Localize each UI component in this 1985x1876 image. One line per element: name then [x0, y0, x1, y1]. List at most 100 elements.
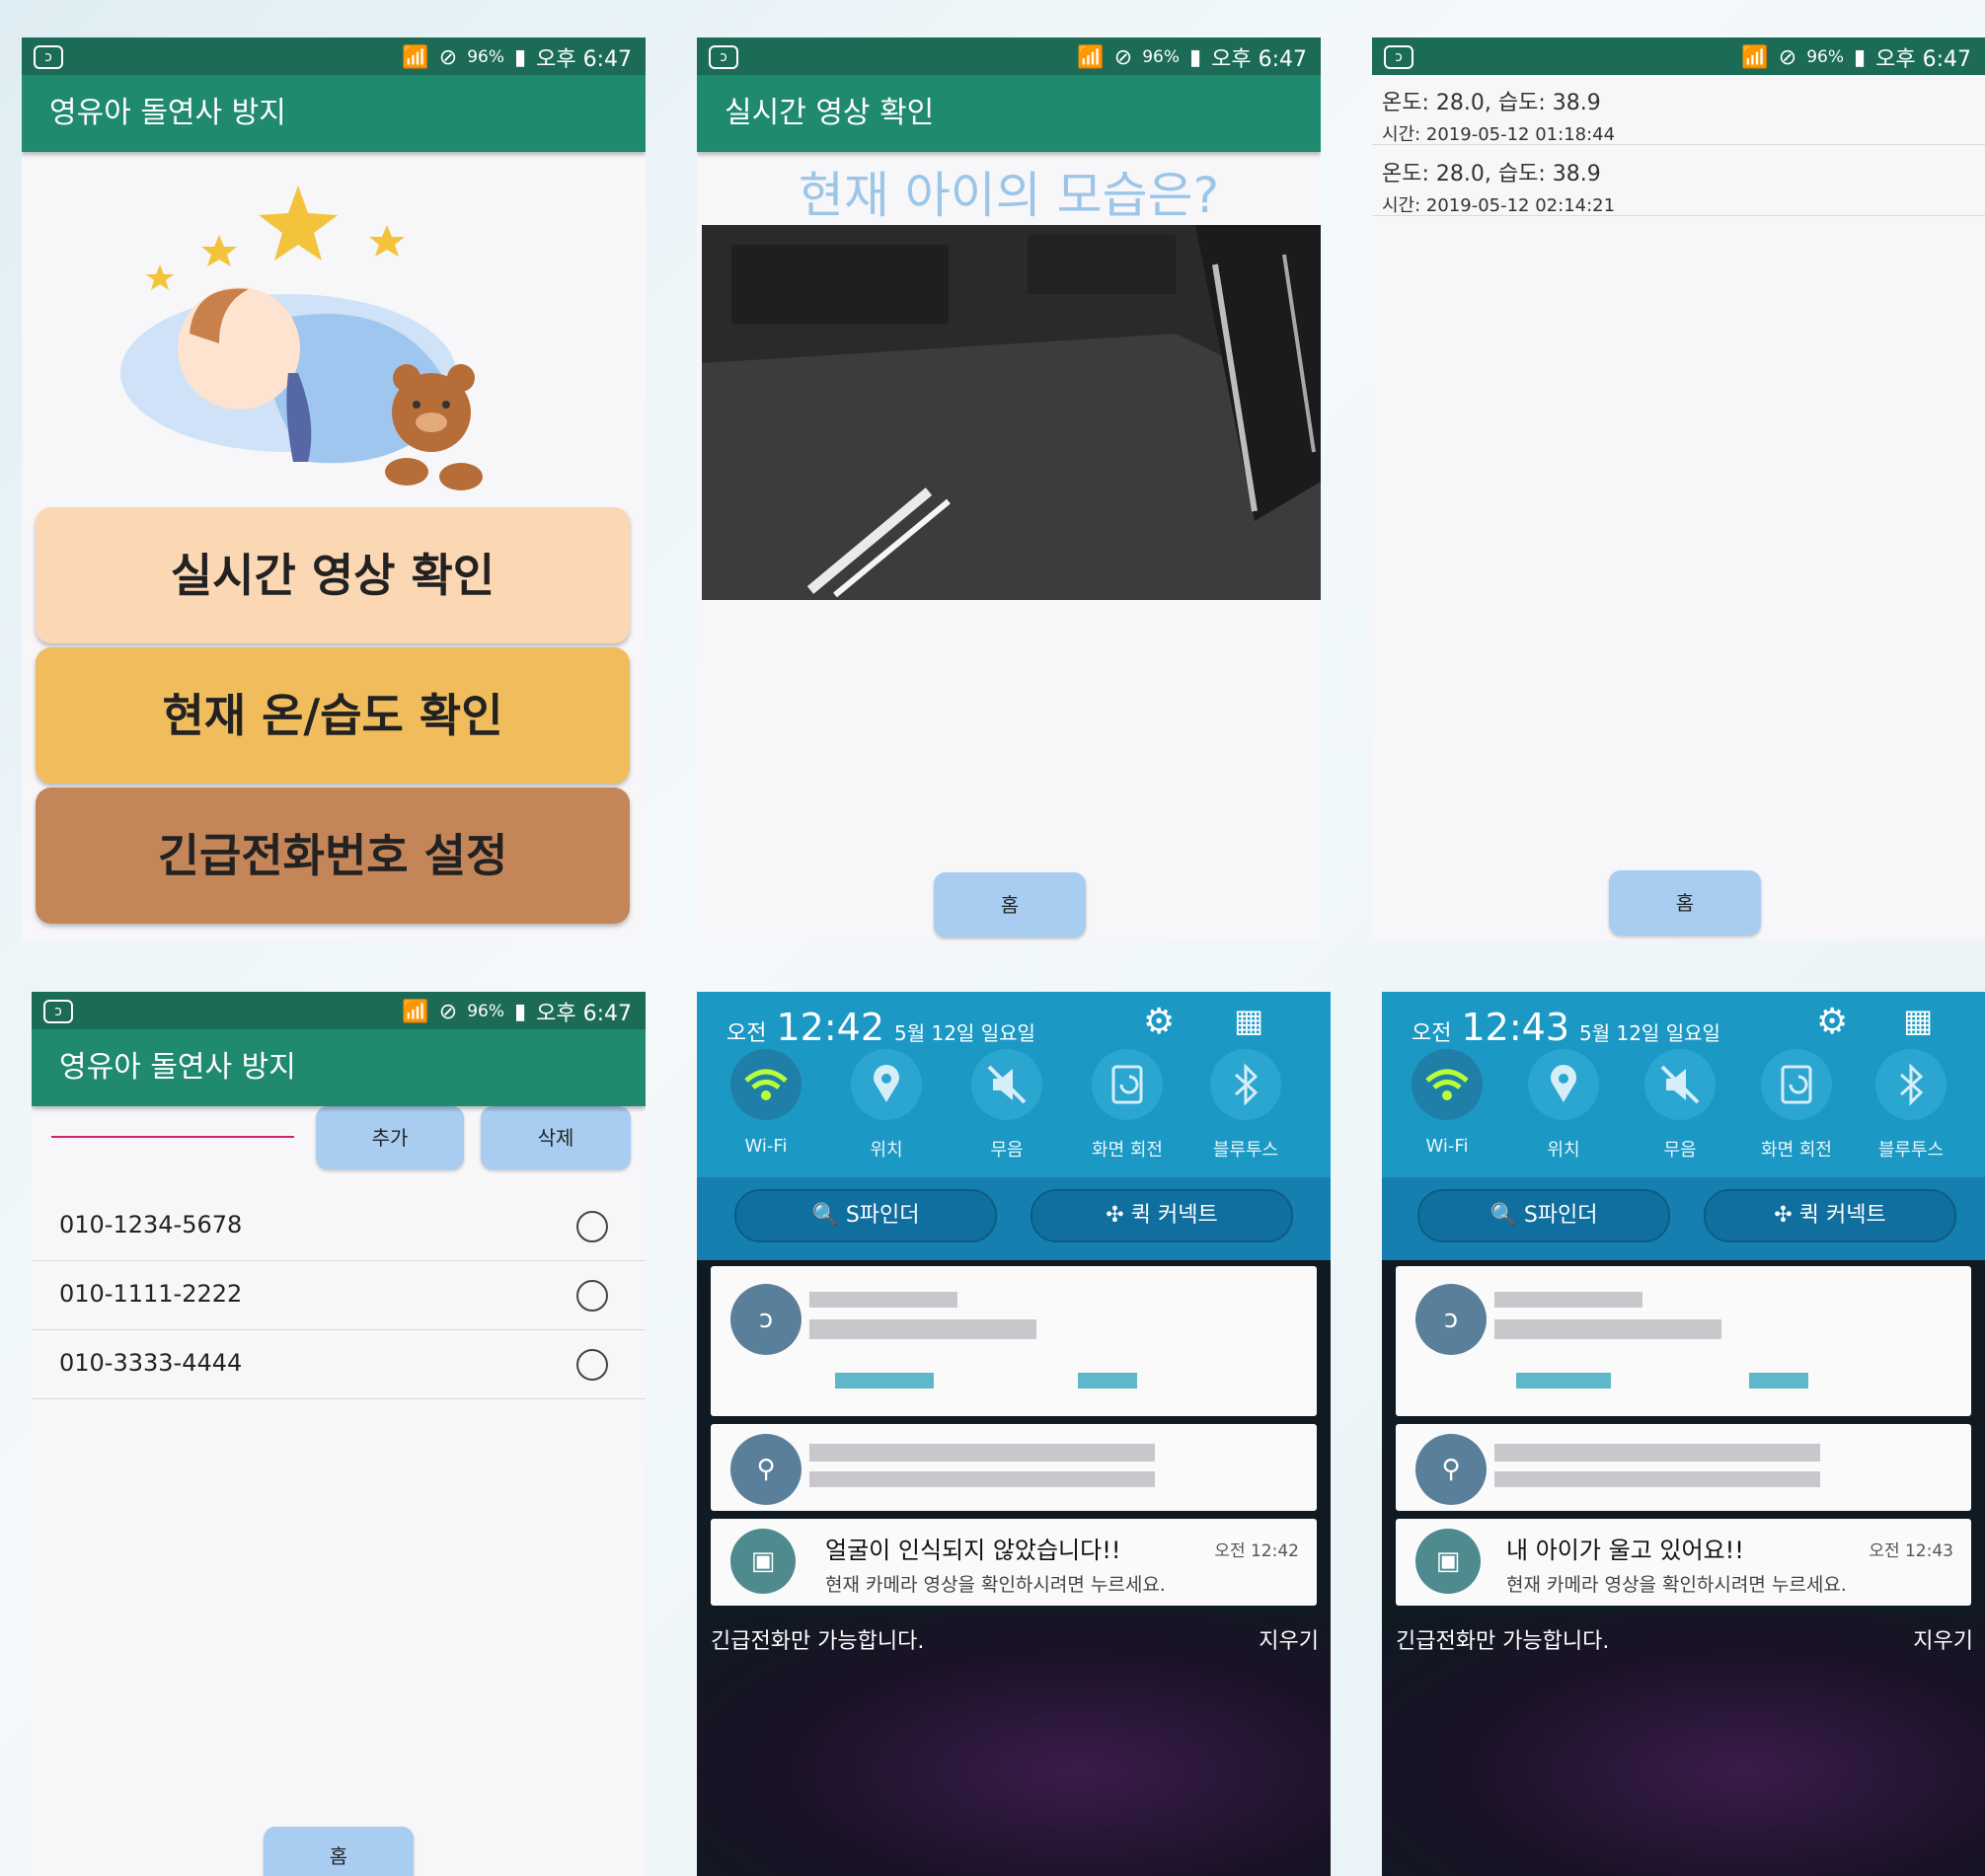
notification-title: 얼굴이 인식되지 않았습니다!!: [825, 1537, 1121, 1564]
battery-icon: ▮: [1189, 44, 1202, 70]
location-toggle[interactable]: [1528, 1049, 1599, 1120]
notification-time: 오전 12:43: [1869, 1541, 1953, 1561]
battery-icon: ▮: [514, 44, 527, 70]
wifi-icon: 📶: [1077, 44, 1105, 70]
list-item[interactable]: 010-3333-4444: [32, 1329, 646, 1399]
app-title: 영유아 돌연사 방지: [32, 1029, 646, 1106]
blurred-text: [809, 1319, 1036, 1339]
battery-percent: 96%: [467, 47, 504, 67]
contact-number: 010-1111-2222: [59, 1280, 243, 1308]
grid-icon[interactable]: ▦: [1903, 1002, 1933, 1039]
android-icon: ▣: [730, 1529, 796, 1594]
mute-toggle[interactable]: [1644, 1049, 1716, 1120]
battery-icon: ▮: [1854, 44, 1867, 70]
android-icon: ▣: [1415, 1529, 1481, 1594]
wifi-toggle[interactable]: [730, 1049, 802, 1120]
qs-label-mute: 무음: [1663, 1140, 1697, 1161]
app-title: 실시간 영상 확인: [697, 75, 1321, 152]
blurred-text: [809, 1471, 1155, 1487]
mute-toggle[interactable]: [971, 1049, 1042, 1120]
camera-feed: [702, 225, 1321, 600]
temp-humidity-button[interactable]: 현재 온/습도 확인: [36, 647, 630, 784]
home-button[interactable]: 홈: [1609, 870, 1761, 936]
radio-button[interactable]: [576, 1349, 608, 1381]
blurred-notification[interactable]: ↄ: [1396, 1266, 1971, 1416]
app-notification-icon: ↄ: [34, 45, 63, 69]
qs-label-rotate: 화면 회전: [1092, 1140, 1163, 1161]
status-bar: ↄ 📶 ⊘ 96% ▮ 오후 6:47: [32, 992, 646, 1029]
sfinder-button[interactable]: 🔍 S파인더: [734, 1189, 997, 1242]
reading-text: 온도: 28.0, 습도: 38.9: [1382, 91, 1601, 115]
reading-time: 시간: 2019-05-12 01:18:44: [1382, 124, 1616, 145]
radio-button[interactable]: [576, 1211, 608, 1242]
blurred-action: [835, 1373, 934, 1388]
blurred-notification[interactable]: ⚲: [1396, 1424, 1971, 1511]
list-item[interactable]: 010-1111-2222: [32, 1260, 646, 1330]
quick-connect-button[interactable]: ✣ 퀵 커넥트: [1031, 1189, 1293, 1242]
do-not-disturb-icon: ⊘: [438, 999, 458, 1024]
live-video-button[interactable]: 실시간 영상 확인: [36, 507, 630, 643]
search-icon: 🔍: [811, 1203, 846, 1228]
connect-icon: ✣: [1106, 1203, 1131, 1228]
qs-label-wifi: Wi-Fi: [1425, 1136, 1469, 1157]
gear-icon[interactable]: ⚙: [1143, 1002, 1175, 1042]
star-icon: [201, 235, 237, 266]
status-time: 오후 6:47: [1875, 47, 1971, 72]
rotate-toggle[interactable]: [1092, 1049, 1163, 1120]
blurred-notification[interactable]: ⚲: [711, 1424, 1317, 1511]
quick-connect-label: 퀵 커넥트: [1130, 1203, 1218, 1228]
wifi-icon: 📶: [402, 999, 429, 1024]
usb-icon: ⚲: [1415, 1434, 1487, 1505]
location-toggle[interactable]: [851, 1049, 922, 1120]
status-bar: ↄ 📶 ⊘ 96% ▮ 오후 6:47: [697, 38, 1321, 75]
contact-number: 010-3333-4444: [59, 1349, 243, 1377]
quick-connect-button[interactable]: ✣ 퀵 커넥트: [1704, 1189, 1956, 1242]
list-item[interactable]: 010-1234-5678: [32, 1191, 646, 1261]
blurred-action: [1516, 1373, 1611, 1388]
blurred-text: [809, 1292, 957, 1308]
blurred-text: [1494, 1292, 1642, 1308]
lockscreen-background: 긴급전화만 가능합니다. 지우기: [697, 1613, 1331, 1876]
home-button[interactable]: 홈: [264, 1827, 414, 1876]
divider: [1372, 144, 1985, 145]
emergency-text: 긴급전화만 가능합니다.: [711, 1629, 925, 1654]
delete-button[interactable]: 삭제: [481, 1106, 631, 1169]
notification-subtext: 현재 카메라 영상을 확인하시려면 누르세요.: [1506, 1574, 1847, 1596]
star-icon: [369, 225, 405, 257]
blurred-text: [1494, 1319, 1721, 1339]
bluetooth-toggle[interactable]: [1875, 1049, 1947, 1120]
wifi-icon: 📶: [1741, 44, 1769, 70]
clock-time: 12:42: [776, 1006, 884, 1049]
blurred-notification[interactable]: ↄ: [711, 1266, 1317, 1416]
list-item: 온도: 28.0, 습도: 38.9 시간: 2019-05-12 02:14:…: [1382, 156, 1615, 217]
face-notification[interactable]: ▣ 얼굴이 인식되지 않았습니다!! 오전 12:42 현재 카메라 영상을 확…: [711, 1519, 1317, 1606]
home-button[interactable]: 홈: [934, 872, 1086, 938]
sfinder-button[interactable]: 🔍 S파인더: [1417, 1189, 1670, 1242]
status-time: 오후 6:47: [536, 1002, 632, 1026]
qs-label-rotate: 화면 회전: [1761, 1140, 1832, 1161]
list-item: 온도: 28.0, 습도: 38.9 시간: 2019-05-12 01:18:…: [1382, 85, 1615, 146]
lockscreen-background: 긴급전화만 가능합니다. 지우기: [1382, 1613, 1985, 1876]
phone-number-input[interactable]: [51, 1136, 294, 1138]
grid-icon[interactable]: ▦: [1234, 1002, 1263, 1039]
radio-button[interactable]: [576, 1280, 608, 1312]
app-notification-icon: ↄ: [43, 1000, 73, 1023]
app-icon: ↄ: [730, 1284, 802, 1355]
wifi-toggle[interactable]: [1412, 1049, 1483, 1120]
connect-icon: ✣: [1774, 1203, 1799, 1228]
clear-button[interactable]: 지우기: [1259, 1623, 1319, 1655]
cry-notification[interactable]: ▣ 내 아이가 울고 있어요!! 오전 12:43 현재 카메라 영상을 확인하…: [1396, 1519, 1971, 1606]
bluetooth-toggle[interactable]: [1210, 1049, 1281, 1120]
star-icon: [146, 264, 174, 290]
gear-icon[interactable]: ⚙: [1816, 1002, 1848, 1042]
emergency-number-button[interactable]: 긴급전화번호 설정: [36, 788, 630, 924]
rotate-toggle[interactable]: [1761, 1049, 1832, 1120]
quick-connect-label: 퀵 커넥트: [1798, 1203, 1886, 1228]
clear-button[interactable]: 지우기: [1913, 1623, 1973, 1655]
add-button[interactable]: 추가: [316, 1106, 464, 1169]
screen-notification-face: 오전 12:42 5월 12일 일요일 ⚙ ▦ Wi-Fi 위치 무음 화면 회…: [697, 992, 1331, 1876]
screen-temp-humidity: ↄ 📶 ⊘ 96% ▮ 오후 6:47 온도: 28.0, 습도: 38.9 시…: [1372, 38, 1985, 940]
screen-emergency-contacts: ↄ 📶 ⊘ 96% ▮ 오후 6:47 영유아 돌연사 방지 추가 삭제 010…: [32, 992, 646, 1876]
status-bar: ↄ 📶 ⊘ 96% ▮ 오후 6:47: [1372, 38, 1985, 75]
panel-clock: 오전 12:43 5월 12일 일요일: [1412, 1006, 1720, 1049]
